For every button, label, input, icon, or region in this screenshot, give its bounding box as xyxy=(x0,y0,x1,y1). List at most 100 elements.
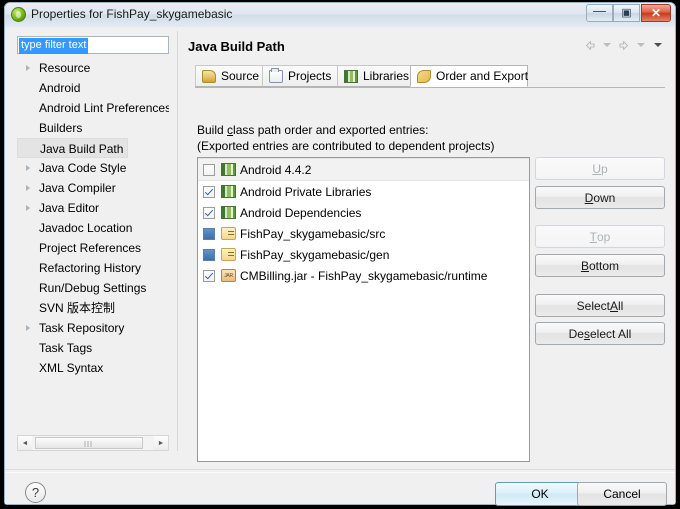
sidebar-item-java-compiler[interactable]: Java Compiler xyxy=(17,178,169,198)
sidebar-item-javadoc-location[interactable]: Javadoc Location xyxy=(17,218,169,238)
tree-expand-chevron-right-icon[interactable] xyxy=(26,165,30,171)
button-label-mnemonic: T xyxy=(589,229,597,244)
tree-expand-chevron-right-icon[interactable] xyxy=(26,325,30,331)
back-arrow-icon[interactable] xyxy=(582,37,597,53)
sidebar-item-task-repository[interactable]: Task Repository xyxy=(17,318,169,338)
close-button[interactable]: ✕ xyxy=(641,4,671,22)
classpath-entry-label: FishPay_skygamebasic/src xyxy=(240,226,386,241)
sidebar-item-java-code-style[interactable]: Java Code Style xyxy=(17,158,169,178)
maximize-icon: ▣ xyxy=(621,6,632,19)
tab-order-and-export[interactable]: Order and Export xyxy=(410,65,528,87)
android-library-icon xyxy=(221,163,236,176)
scroll-right-arrow-icon[interactable]: ► xyxy=(154,436,168,450)
filter-input[interactable]: type filter text xyxy=(17,36,169,54)
source-folder-icon xyxy=(221,227,236,240)
button-label-mnemonic: B xyxy=(580,258,589,273)
filter-input-value: type filter text xyxy=(19,38,89,54)
export-checkbox[interactable] xyxy=(203,185,215,198)
sidebar-item-java-editor[interactable]: Java Editor xyxy=(17,198,169,218)
tab-libraries[interactable]: Libraries xyxy=(337,65,411,87)
sidebar-item-resource[interactable]: Resource xyxy=(17,58,169,78)
classpath-entry-row[interactable]: Android 4.4.2 xyxy=(198,158,529,181)
tab-label: Source xyxy=(221,69,260,83)
preference-tree[interactable]: Resource Android Android Lint Preferences B… xyxy=(17,58,169,433)
scrollbar-thumb[interactable] xyxy=(35,437,143,449)
up-button: Up xyxy=(535,157,665,180)
deselect-all-button[interactable]: De s elect All xyxy=(535,322,665,345)
minimize-button[interactable]: — xyxy=(586,4,613,22)
dialog-body: type filter text Resource Android Android … xyxy=(5,27,675,506)
android-library-icon xyxy=(221,206,236,219)
minimize-icon: — xyxy=(593,2,606,18)
sidebar-item-task-tags[interactable]: Task Tags xyxy=(17,338,169,358)
tree-item-label: Builders xyxy=(39,121,83,135)
tree-expand-chevron-right-icon[interactable] xyxy=(26,65,30,71)
tree-expand-chevron-right-icon[interactable] xyxy=(26,185,30,191)
forward-menu-chevron-down-icon[interactable] xyxy=(633,37,648,53)
export-checkbox[interactable] xyxy=(203,206,215,219)
ok-button[interactable]: OK xyxy=(495,482,585,506)
button-label-suffix: ll xyxy=(618,298,624,313)
export-checkbox[interactable] xyxy=(203,163,215,176)
title-bar: Properties for FishPay_skygamebasic — ▣ … xyxy=(5,3,675,28)
project-icon xyxy=(269,67,283,83)
scroll-left-arrow-icon[interactable]: ◄ xyxy=(18,436,32,450)
view-menu-chevron-down-icon[interactable] xyxy=(650,37,665,53)
classpath-entry-row[interactable]: JAR CMBilling.jar - FishPay_skygamebasic/… xyxy=(198,265,529,286)
tree-item-label: SVN 版本控制 xyxy=(39,301,116,315)
tree-expand-chevron-right-icon[interactable] xyxy=(26,205,30,211)
bottom-button[interactable]: Bottom xyxy=(535,254,665,277)
footer-divider xyxy=(5,469,675,473)
eclipse-green-icon xyxy=(11,7,26,22)
tab-label: Libraries xyxy=(363,69,410,83)
down-button[interactable]: Down xyxy=(535,186,665,209)
sidebar-item-android-lint-preferences[interactable]: Android Lint Preferences xyxy=(17,98,169,118)
sidebar-item-project-references[interactable]: Project References xyxy=(17,238,169,258)
sidebar-item-refactoring-history[interactable]: Refactoring History xyxy=(17,258,169,278)
back-menu-chevron-down-icon[interactable] xyxy=(599,37,614,53)
tab-projects[interactable]: Projects xyxy=(262,65,338,87)
classpath-entry-label: Android Dependencies xyxy=(240,205,362,220)
classpath-entry-label: FishPay_skygamebasic/gen xyxy=(240,247,390,262)
button-label-mnemonic: A xyxy=(610,298,619,313)
tab-bar: Source Projects Libraries Order and Export xyxy=(195,65,665,88)
classpath-entry-label: CMBilling.jar - FishPay_skygamebasic/run… xyxy=(240,268,488,283)
export-checkbox[interactable] xyxy=(203,269,215,282)
button-label-suffix: op xyxy=(596,229,611,244)
sidebar-item-svn[interactable]: SVN 版本控制 xyxy=(17,298,169,318)
source-folder-icon xyxy=(202,69,216,83)
maximize-button[interactable]: ▣ xyxy=(613,4,640,22)
properties-dialog-window: Properties for FishPay_skygamebasic — ▣ … xyxy=(4,2,676,506)
sidebar-item-run-debug-settings[interactable]: Run/Debug Settings xyxy=(17,278,169,298)
page-title: Java Build Path xyxy=(188,39,285,54)
sidebar-item-builders[interactable]: Builders xyxy=(17,118,169,138)
tree-item-label: Run/Debug Settings xyxy=(39,281,147,295)
forward-arrow-icon[interactable] xyxy=(616,37,631,53)
tree-item-label: Project References xyxy=(39,241,142,255)
button-label-prefix: De xyxy=(568,326,584,341)
sidebar-item-xml-syntax[interactable]: XML Syntax xyxy=(17,358,169,378)
classpath-entry-list[interactable]: Android 4.4.2 Android Private Libraries An… xyxy=(197,157,530,462)
tree-item-label: Task Tags xyxy=(39,341,93,355)
source-folder-icon xyxy=(221,248,236,261)
instruction-line-1-before: Build xyxy=(197,123,228,137)
select-all-button[interactable]: Select All xyxy=(535,294,665,317)
classpath-entry-row[interactable]: FishPay_skygamebasic/gen xyxy=(198,244,529,265)
tab-source[interactable]: Source xyxy=(195,65,263,87)
android-library-icon xyxy=(221,185,236,198)
classpath-entry-label: Android 4.4.2 xyxy=(240,162,312,177)
order-export-icon xyxy=(417,69,431,83)
classpath-entry-row[interactable]: Android Dependencies xyxy=(198,202,529,223)
cancel-button[interactable]: Cancel xyxy=(577,482,667,506)
classpath-entry-row[interactable]: Android Private Libraries xyxy=(198,181,529,202)
button-label-mnemonic: U xyxy=(592,161,601,176)
entry-indicator-icon xyxy=(203,227,215,240)
panel-divider xyxy=(177,31,178,451)
sidebar-item-java-build-path[interactable]: Java Build Path xyxy=(17,138,129,158)
help-icon[interactable]: ? xyxy=(25,482,46,503)
sidebar-item-android[interactable]: Android xyxy=(17,78,169,98)
classpath-entry-row[interactable]: FishPay_skygamebasic/src xyxy=(198,223,529,244)
tree-item-label: Android Lint Preferences xyxy=(39,101,169,115)
tree-horizontal-scrollbar[interactable]: ◄ ► xyxy=(17,435,169,451)
instruction-line-1: Build class path order and exported entr… xyxy=(197,123,428,137)
